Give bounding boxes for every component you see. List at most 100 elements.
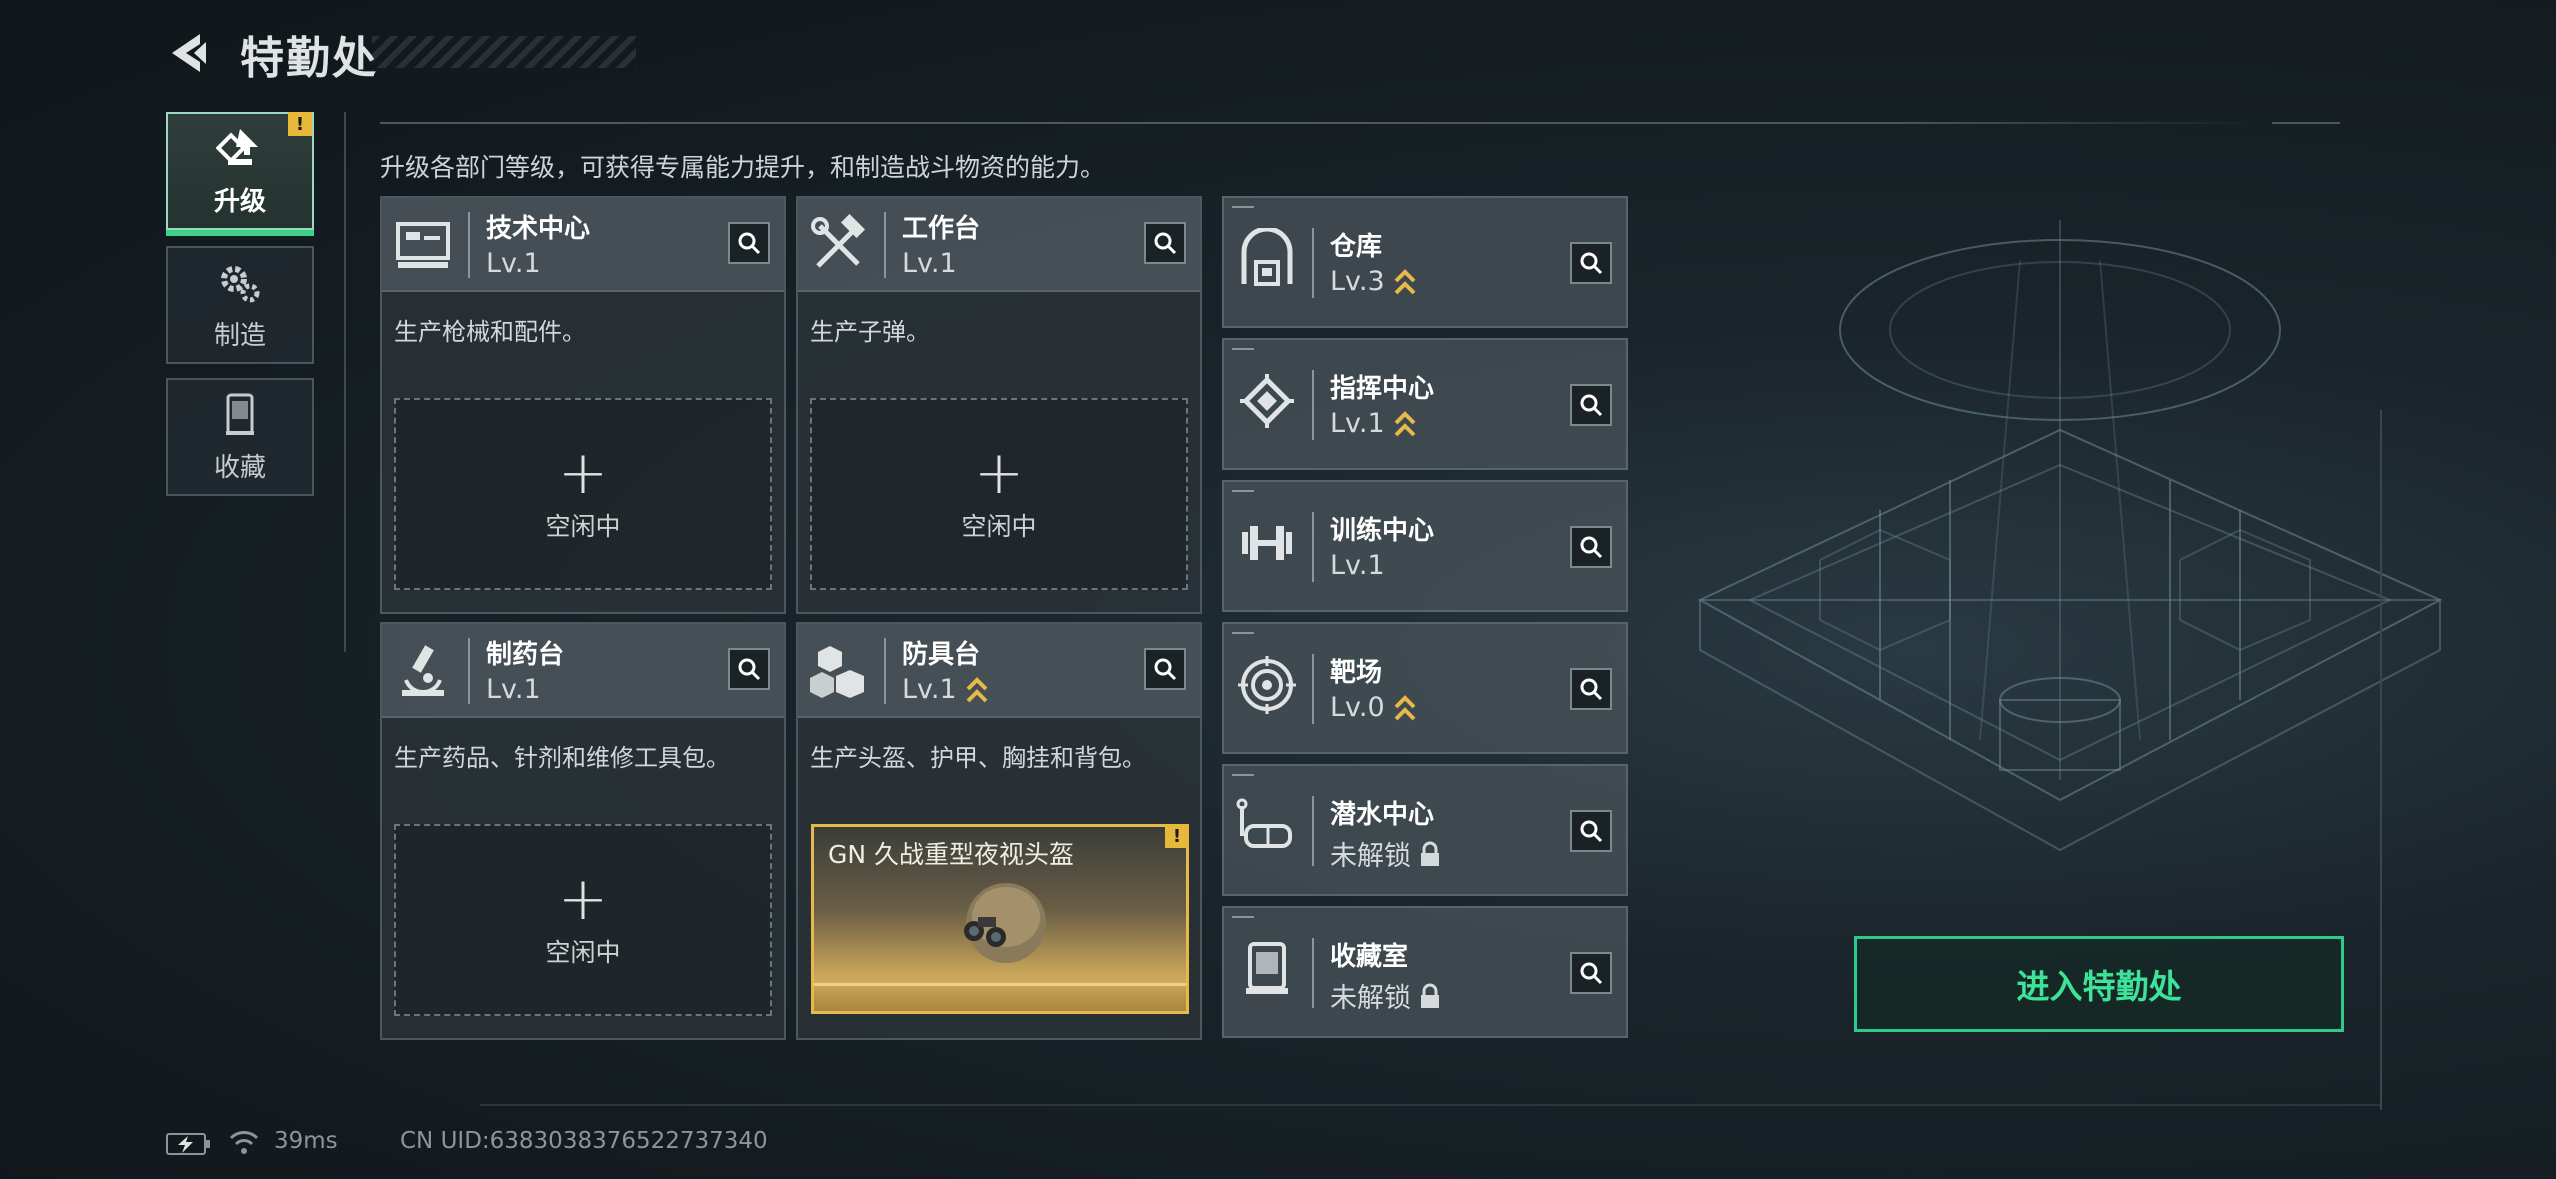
facility-level: Lv.1 — [1330, 550, 1385, 581]
facility-level-text: Lv.3 — [1330, 266, 1385, 297]
magnifier-icon — [1154, 658, 1177, 681]
facility-name: 指挥中心 — [1330, 374, 1435, 404]
battery-charging-icon — [166, 1133, 210, 1155]
header-rule-end — [2272, 122, 2340, 124]
facility-level: 未解锁 — [1330, 976, 1441, 1015]
display-case-icon — [1246, 942, 1288, 994]
facility-description: 生产枪械和配件。 — [394, 318, 586, 346]
wifi-icon — [229, 1131, 259, 1154]
warehouse-icon — [1241, 228, 1293, 286]
facility-card-workbench[interactable]: 工作台 Lv.1 生产子弹。 + 空闲中 — [796, 196, 1202, 614]
corner-mark — [1232, 774, 1254, 776]
magnifier-icon — [738, 658, 761, 681]
facility-level: 未解锁 — [1330, 834, 1441, 873]
production-slot[interactable]: + 空闲中 — [394, 398, 772, 590]
header-rule — [380, 122, 2260, 124]
magnifier-icon — [738, 232, 761, 255]
facility-card-diving-center[interactable]: 潜水中心 未解锁 — [1222, 764, 1628, 896]
facility-card-command-center[interactable]: 指挥中心 Lv.1 — [1222, 338, 1628, 470]
facility-description: 生产头盔、护甲、胸挂和背包。 — [810, 744, 1146, 772]
card-header: 技术中心 Lv.1 — [382, 198, 784, 292]
nav-label-upgrade: 升级 — [213, 186, 266, 217]
corner-mark — [1232, 632, 1254, 634]
computer-icon — [396, 222, 450, 268]
facility-level-text: Lv.1 — [1330, 408, 1385, 439]
facility-description: 生产子弹。 — [810, 318, 930, 346]
helmet-image — [964, 883, 1046, 963]
facility-level-text: Lv.1 — [902, 674, 957, 705]
hammer-wrench-icon — [811, 214, 866, 268]
header-separator — [468, 638, 470, 704]
header-separator — [884, 638, 886, 704]
upgrade-icon — [216, 128, 258, 165]
nav-tab-upgrade[interactable]: 升级 ! — [166, 112, 314, 236]
target-icon — [1238, 656, 1296, 714]
crafted-item-slot[interactable]: GN 久战重型夜视头盔 ! — [811, 824, 1189, 1014]
facility-level: Lv.1 — [1330, 408, 1417, 439]
facility-card-pharmacy[interactable]: 制药台 Lv.1 生产药品、针剂和维修工具包。 + 空闲中 — [380, 622, 786, 1040]
facility-name: 制药台 — [486, 640, 565, 670]
slot-status: 空闲中 — [545, 512, 621, 541]
dumbbell-icon — [1242, 526, 1292, 560]
inspect-button[interactable] — [1570, 952, 1612, 994]
page-description: 升级各部门等级，可获得专属能力提升，和制造战斗物资的能力。 — [380, 153, 1106, 182]
nav-divider — [344, 112, 346, 652]
production-slot[interactable]: + 空闲中 — [810, 398, 1188, 590]
facility-description: 生产药品、针剂和维修工具包。 — [394, 744, 730, 772]
slot-status: 空闲中 — [961, 512, 1037, 541]
facility-name: 工作台 — [902, 214, 981, 244]
production-slot[interactable]: + 空闲中 — [394, 824, 772, 1016]
facility-card-warehouse[interactable]: 仓库 Lv.3 — [1222, 196, 1628, 328]
facility-name: 仓库 — [1330, 232, 1383, 262]
inspect-button[interactable] — [1570, 810, 1612, 852]
diving-mask-icon — [1236, 798, 1292, 848]
microscope-icon — [402, 645, 444, 696]
facility-level: Lv.1 — [486, 248, 541, 279]
lock-icon — [1421, 841, 1439, 866]
inspect-button[interactable] — [1570, 384, 1612, 426]
add-icon: + — [973, 438, 1025, 508]
facility-card-collection-room[interactable]: 收藏室 未解锁 — [1222, 906, 1628, 1038]
user-uid: CN UID:638303837652273734​0 — [400, 1128, 768, 1154]
card-header: 防具台 Lv.1 — [798, 624, 1200, 718]
upgrade-available-icon — [1394, 268, 1416, 294]
nav-tab-collection[interactable]: 收藏 — [166, 378, 314, 496]
facility-card-shooting-range[interactable]: 靶场 Lv.0 — [1222, 622, 1628, 754]
card-header: 制药台 Lv.1 — [382, 624, 784, 718]
facility-name: 防具台 — [902, 640, 981, 670]
display-case-icon — [226, 393, 254, 435]
inspect-button[interactable] — [1570, 242, 1612, 284]
header-separator — [1312, 938, 1314, 1008]
upgrade-available-icon — [1394, 694, 1416, 720]
upgrade-available-icon — [966, 676, 988, 702]
inspect-button[interactable] — [1144, 222, 1186, 264]
facility-level: Lv.1 — [486, 674, 541, 705]
back-arrow-icon[interactable] — [166, 30, 212, 76]
title-decoration — [372, 36, 636, 68]
upgrade-available-icon — [1394, 410, 1416, 436]
inspect-button[interactable] — [1144, 648, 1186, 690]
gears-icon — [221, 265, 260, 302]
card-header: 工作台 Lv.1 — [798, 198, 1200, 292]
nav-tab-craft[interactable]: 制造 — [166, 246, 314, 364]
facility-name: 靶场 — [1330, 658, 1383, 688]
alert-badge: ! — [1165, 824, 1189, 848]
inspect-button[interactable] — [1570, 668, 1612, 710]
inspect-button[interactable] — [728, 222, 770, 264]
corner-mark — [1232, 490, 1254, 492]
nav-label-craft: 制造 — [213, 320, 266, 351]
header-separator — [1312, 654, 1314, 724]
facility-level: Lv.3 — [1330, 266, 1417, 297]
facility-card-training-center[interactable]: 训练中心 Lv.1 — [1222, 480, 1628, 612]
magnifier-icon — [1580, 536, 1603, 559]
facility-level: Lv.0 — [1330, 692, 1417, 723]
facility-name: 收藏室 — [1330, 942, 1409, 972]
add-icon: + — [557, 864, 609, 934]
facility-level: Lv.1 — [902, 248, 957, 279]
facility-card-tech-center[interactable]: 技术中心 Lv.1 生产枪械和配件。 + 空闲中 — [380, 196, 786, 614]
inspect-button[interactable] — [1570, 526, 1612, 568]
enter-special-ops-button[interactable]: 进入特勤处 — [1854, 936, 2344, 1032]
item-progress-bar — [814, 983, 1186, 1011]
item-name: GN 久战重型夜视头盔 — [828, 840, 1075, 869]
inspect-button[interactable] — [728, 648, 770, 690]
